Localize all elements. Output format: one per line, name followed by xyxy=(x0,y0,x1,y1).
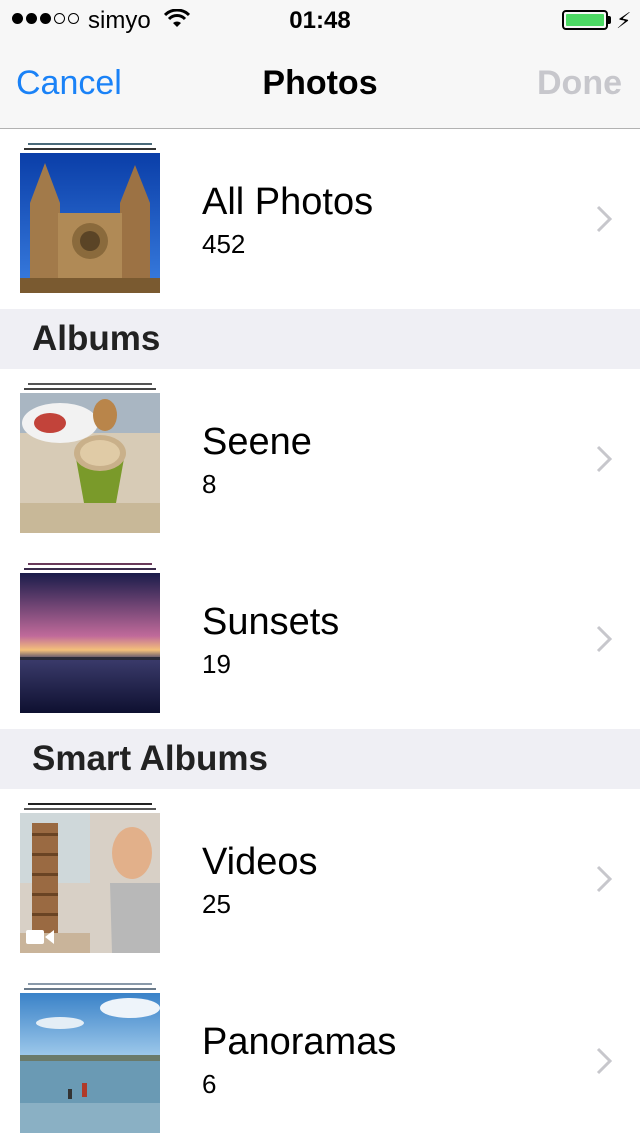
status-bar: simyo 01:48 ⚡ xyxy=(0,0,640,40)
section-title: Albums xyxy=(32,319,161,358)
navigation-bar: Cancel Photos Done xyxy=(0,40,640,129)
album-row-videos[interactable]: Videos 25 xyxy=(0,789,640,969)
row-count: 6 xyxy=(202,1069,217,1099)
cathedral-photo xyxy=(20,153,160,293)
chevron-right-icon xyxy=(596,445,612,473)
beach-photo xyxy=(20,993,160,1133)
section-header-albums: Albums xyxy=(0,309,640,369)
row-title: Sunsets xyxy=(202,601,340,643)
done-button[interactable]: Done xyxy=(537,64,622,103)
row-title: Videos xyxy=(202,841,318,883)
section-header-smart-albums: Smart Albums xyxy=(0,729,640,789)
album-thumbnail xyxy=(20,983,160,1133)
row-count: 25 xyxy=(202,889,231,919)
album-thumbnail xyxy=(20,563,160,713)
chevron-right-icon xyxy=(596,1047,612,1075)
album-row-seene[interactable]: Seene 8 xyxy=(0,369,640,549)
row-title: Seene xyxy=(202,421,312,463)
album-thumbnail xyxy=(20,383,160,533)
album-row-panoramas[interactable]: Panoramas 6 xyxy=(0,969,640,1136)
status-time: 01:48 xyxy=(289,7,351,34)
battery-icon xyxy=(562,10,608,30)
section-title: Smart Albums xyxy=(32,739,268,778)
all-photos-row[interactable]: All Photos 452 xyxy=(0,129,640,309)
row-count: 8 xyxy=(202,469,217,499)
charging-icon: ⚡ xyxy=(616,8,632,33)
chevron-right-icon xyxy=(596,865,612,893)
coffee-photo xyxy=(20,393,160,533)
album-row-sunsets[interactable]: Sunsets 19 xyxy=(0,549,640,729)
row-title: Panoramas xyxy=(202,1021,397,1063)
row-title: All Photos xyxy=(202,181,374,223)
chevron-right-icon xyxy=(596,205,612,233)
row-count: 452 xyxy=(202,229,246,259)
row-count: 19 xyxy=(202,649,231,679)
album-thumbnail xyxy=(20,803,160,953)
chevron-right-icon xyxy=(596,625,612,653)
album-thumbnail xyxy=(20,143,160,293)
video-camera-icon xyxy=(26,930,54,944)
sunset-photo xyxy=(20,573,160,713)
